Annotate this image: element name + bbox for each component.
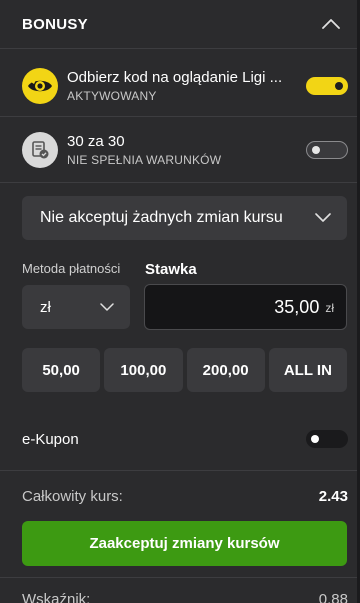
indicator-value: 0.88: [318, 590, 348, 603]
total-odds-row: Całkowity kurs: 2.43: [22, 486, 348, 506]
indicator-row: Wskaźnik: 0.88: [22, 589, 348, 603]
quick-stake-50-button[interactable]: 50,00: [22, 348, 101, 392]
divider: [0, 182, 357, 183]
ecoupon-label: e-Kupon: [22, 430, 79, 448]
chevron-up-icon[interactable]: [319, 12, 343, 36]
quick-stake-200-button[interactable]: 200,00: [186, 348, 265, 392]
bonus-title: 30 za 30: [67, 132, 125, 150]
document-badge-icon: [22, 132, 58, 168]
total-odds-label: Całkowity kurs:: [22, 487, 123, 505]
bonus-section-header[interactable]: BONUSY: [0, 0, 357, 48]
bonus-text: 30 za 30 NIE SPEŁNIA WARUNKÓW: [67, 133, 298, 168]
bonus-status: AKTYWOWANY: [67, 88, 157, 103]
all-in-button[interactable]: ALL IN: [268, 348, 347, 392]
eye-icon: [22, 68, 58, 104]
bonus-section-title: BONUSY: [22, 15, 88, 33]
bonus-item-30za30: 30 za 30 NIE SPEŁNIA WARUNKÓW: [22, 130, 348, 170]
odds-change-select[interactable]: Nie akceptuj żadnych zmian kursu: [22, 196, 347, 240]
quick-stake-100-button[interactable]: 100,00: [104, 348, 183, 392]
bonus-text: Odbierz kod na oglądanie Ligi ... AKTYWO…: [67, 69, 298, 104]
payment-method-select[interactable]: zł: [22, 285, 130, 329]
stake-unit: zł: [325, 301, 334, 315]
stake-input[interactable]: 35,00 zł: [144, 284, 347, 330]
chevron-down-icon: [315, 209, 331, 227]
ecoupon-toggle[interactable]: [306, 430, 348, 448]
stake-value: 35,00: [274, 296, 320, 317]
divider: [0, 116, 357, 117]
toggle-knob: [335, 82, 343, 90]
toggle-knob: [312, 146, 320, 154]
stake-label: Stawka: [145, 261, 197, 278]
bonus-item-liga: Odbierz kod na oglądanie Ligi ... AKTYWO…: [22, 66, 348, 106]
toggle-knob: [311, 435, 319, 443]
divider: [0, 48, 357, 49]
payment-method-label: Metoda płatności: [22, 261, 121, 276]
accept-odds-changes-button[interactable]: Zaakceptuj zmiany kursów: [22, 521, 347, 566]
betslip-panel: BONUSY Odbierz kod na oglądanie Ligi ...…: [0, 0, 360, 603]
ecoupon-row: e-Kupon: [22, 428, 348, 450]
bonus-status: NIE SPEŁNIA WARUNKÓW: [67, 152, 222, 167]
odds-change-selected: Nie akceptuj żadnych zmian kursu: [40, 209, 283, 226]
bonus-toggle-30za30[interactable]: [306, 141, 348, 159]
bonus-toggle-liga[interactable]: [306, 77, 348, 95]
divider: [0, 577, 357, 578]
indicator-label: Wskaźnik:: [22, 590, 91, 603]
currency-value: zł: [40, 298, 51, 316]
quick-stake-buttons: 50,00 100,00 200,00 ALL IN: [22, 348, 347, 392]
total-odds-value: 2.43: [318, 487, 348, 505]
chevron-down-icon: [100, 298, 114, 316]
divider: [0, 470, 357, 471]
bonus-title: Odbierz kod na oglądanie Ligi ...: [67, 68, 283, 86]
